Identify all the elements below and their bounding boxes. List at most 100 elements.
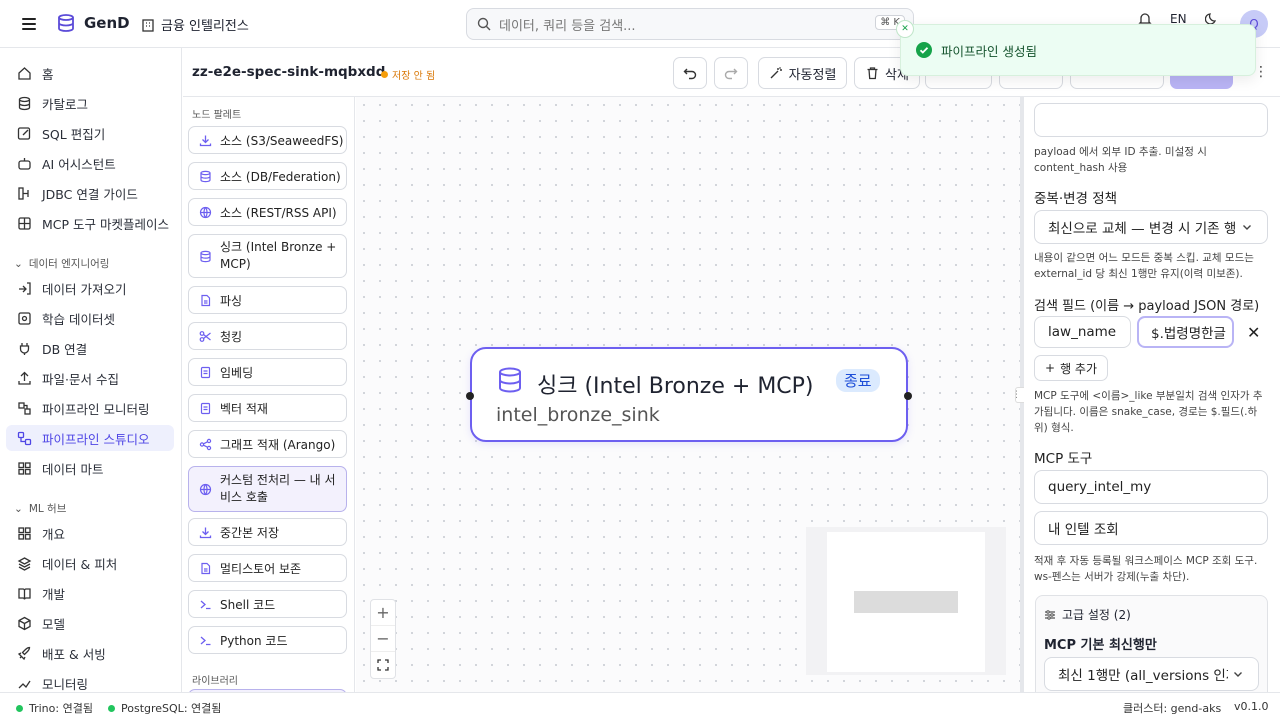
search-field-path-input[interactable]: $.법령명한글 xyxy=(1137,316,1234,348)
app-logo[interactable]: GenD xyxy=(56,13,130,33)
status-postgres: PostgreSQL: 연결됨 xyxy=(108,700,221,716)
status-bar: Trino: 연결됨 PostgreSQL: 연결됨 클러스터: gend-ak… xyxy=(0,692,1280,720)
palette-item-sink-intel[interactable]: 싱크 (Intel Bronze + MCP) xyxy=(188,234,347,278)
sidebar-item-deploy-serving[interactable]: 배포 & 서빙 xyxy=(6,640,174,666)
sidebar-item-jdbc-guide[interactable]: JDBC 연결 가이드 xyxy=(6,180,174,206)
fit-view-button[interactable] xyxy=(371,652,395,678)
palette-item-label: 소스 (DB/Federation) xyxy=(220,169,341,184)
globe-icon xyxy=(198,482,212,496)
auto-layout-label: 자동정렬 xyxy=(788,67,837,83)
workspace-switcher[interactable]: 금융 인텔리전스 xyxy=(141,15,249,34)
redo-button[interactable] xyxy=(714,57,748,89)
sidebar-item-overview[interactable]: 개요 xyxy=(6,520,174,546)
section-label: ML 허브 xyxy=(28,503,67,515)
sidebar-item-file-ingest[interactable]: 파일·문서 수집 xyxy=(6,365,174,391)
palette-item-label: 소스 (REST/RSS API) xyxy=(220,205,337,220)
sidebar-item-data-mart[interactable]: 데이터 마트 xyxy=(6,455,174,481)
section-ml-hub[interactable]: ⌄ ML 허브 xyxy=(14,501,66,516)
palette-item-parse[interactable]: 파싱 xyxy=(188,286,347,314)
sidebar-item-label: DB 연결 xyxy=(42,341,88,357)
unsaved-label: 저장 안 됨 xyxy=(392,71,436,82)
minimap[interactable] xyxy=(806,527,1006,675)
mcp-default-value: 최신 1행만 (all_versions 인자 xyxy=(1058,668,1239,684)
download-icon xyxy=(198,525,212,539)
sidebar-item-home[interactable]: 홈 xyxy=(6,60,174,86)
section-label: 데이터 엔지니어링 xyxy=(28,258,110,270)
palette-item-vector-load[interactable]: 벡터 적재 xyxy=(188,394,347,422)
node-status-badge: 종료 xyxy=(836,369,880,392)
sidebar-item-mcp-marketplace[interactable]: MCP 도구 마켓플레이스 xyxy=(6,210,174,236)
globe-icon xyxy=(198,205,212,219)
menu-icon[interactable] xyxy=(22,18,36,30)
mcp-default-select[interactable]: 최신 1행만 (all_versions 인자 xyxy=(1044,657,1259,691)
book-icon xyxy=(16,585,32,601)
remove-row-icon[interactable]: ✕ xyxy=(1247,323,1260,342)
palette-item-chunk[interactable]: 청킹 xyxy=(188,322,347,350)
page-title[interactable]: zz-e2e-spec-sink-mqbxdd xyxy=(192,64,385,80)
external-id-input[interactable] xyxy=(1034,103,1268,137)
search-field-name-input[interactable]: law_name xyxy=(1034,316,1131,348)
undo-icon xyxy=(683,68,697,80)
input-port[interactable] xyxy=(466,392,474,400)
chevron-down-icon: ⌄ xyxy=(14,502,23,515)
sidebar-item-label: SQL 편집기 xyxy=(42,126,106,142)
palette-item-source-rest[interactable]: 소스 (REST/RSS API) xyxy=(188,198,347,226)
search-placeholder: 데이터, 쿼리 등을 검색... xyxy=(499,18,636,34)
zoom-in-button[interactable]: + xyxy=(371,600,395,626)
palette-item-python-code[interactable]: Python 코드 xyxy=(188,626,347,654)
dataset-icon xyxy=(16,310,32,326)
palette-item-shell-code[interactable]: Shell 코드 xyxy=(188,590,347,618)
chart-icon xyxy=(16,675,32,691)
close-icon[interactable]: ✕ xyxy=(896,20,914,38)
layers-icon xyxy=(16,555,32,571)
palette-item-embedding[interactable]: 임베딩 xyxy=(188,358,347,386)
sidebar-item-label: MCP 도구 마켓플레이스 xyxy=(42,216,169,232)
palette-item-multistore[interactable]: 멀티스토어 보존 xyxy=(188,554,347,582)
dedup-policy-select[interactable]: 최신으로 교체 — 변경 시 기존 행 xyxy=(1034,210,1268,244)
sidebar-item-development[interactable]: 개발 xyxy=(6,580,174,606)
undo-button[interactable] xyxy=(673,57,707,89)
palette-item-label: 벡터 적재 xyxy=(220,401,268,416)
sidebar-item-label: 모니터링 xyxy=(42,676,89,692)
sidebar-item-data-features[interactable]: 데이터 & 피처 xyxy=(6,550,174,576)
sidebar-item-pipeline-studio[interactable]: 파이프라인 스튜디오 xyxy=(6,425,174,451)
status-trino-label: Trino: 연결됨 xyxy=(29,702,93,715)
sidebar-item-model[interactable]: 모델 xyxy=(6,610,174,636)
sidebar-item-label: 개발 xyxy=(42,586,66,602)
sidebar-item-data-import[interactable]: 데이터 가져오기 xyxy=(6,275,174,301)
search-input[interactable]: 데이터, 쿼리 등을 검색... ⌘ K xyxy=(466,8,914,40)
external-id-help: payload 에서 외부 ID 추출. 미설정 시 content_hash … xyxy=(1034,146,1207,174)
pipeline-canvas[interactable]: 싱크 (Intel Bronze + MCP) 종료 intel_bronze_… xyxy=(356,97,1020,692)
sidebar-item-label: 데이터 마트 xyxy=(42,461,104,477)
palette-item-intermediate-save[interactable]: 중간본 저장 xyxy=(188,518,347,546)
sidebar-item-catalog[interactable]: 카탈로그 xyxy=(6,90,174,116)
rocket-icon xyxy=(16,645,32,661)
section-data-engineering[interactable]: ⌄ 데이터 엔지니어링 xyxy=(14,256,109,271)
sidebar-item-ai-assistant[interactable]: AI 어시스턴트 xyxy=(6,150,174,176)
database-icon xyxy=(16,95,32,111)
link-icon xyxy=(16,185,32,201)
advanced-settings-section: 고급 설정 (2) MCP 기본 최신행만 최신 1행만 (all_versio… xyxy=(1035,595,1268,692)
palette-item-custom-preprocess[interactable]: 커스텀 전처리 — 내 서비스 호출 xyxy=(188,466,347,512)
advanced-settings-toggle[interactable]: 고급 설정 (2) xyxy=(1044,606,1131,623)
palette-item-source-s3[interactable]: 소스 (S3/SeaweedFS) xyxy=(188,126,347,154)
auto-layout-button[interactable]: 자동정렬 xyxy=(758,57,847,89)
sidebar-item-db-connection[interactable]: DB 연결 xyxy=(6,335,174,361)
output-port[interactable] xyxy=(904,392,912,400)
sidebar-item-sql-editor[interactable]: SQL 편집기 xyxy=(6,120,174,146)
sidebar-item-pipeline-monitor[interactable]: 파이프라인 모니터링 xyxy=(6,395,174,421)
bot-icon xyxy=(16,155,32,171)
palette-item-source-db[interactable]: 소스 (DB/Federation) xyxy=(188,162,347,190)
advanced-settings-label: 고급 설정 (2) xyxy=(1062,608,1131,622)
pipeline-node-sink[interactable]: 싱크 (Intel Bronze + MCP) 종료 intel_bronze_… xyxy=(466,347,912,442)
sidebar-item-training-dataset[interactable]: 학습 데이터셋 xyxy=(6,305,174,331)
add-row-button[interactable]: + 행 추가 xyxy=(1034,355,1108,381)
palette-item-label: 싱크 (Intel Bronze + MCP) xyxy=(220,240,337,271)
palette-item-label: 커스텀 전처리 — 내 서비스 호출 xyxy=(220,473,336,504)
palette-item-graph-load[interactable]: 그래프 적재 (Arango) xyxy=(188,430,347,458)
mcp-tool-desc-input[interactable]: 내 인텔 조회 xyxy=(1034,511,1268,545)
more-icon[interactable]: ⋮ xyxy=(1254,64,1268,80)
mcp-tool-name-input[interactable]: query_intel_my xyxy=(1034,470,1268,504)
zoom-out-button[interactable]: − xyxy=(371,626,395,652)
toast-message: 파이프라인 생성됨 xyxy=(941,43,1037,59)
